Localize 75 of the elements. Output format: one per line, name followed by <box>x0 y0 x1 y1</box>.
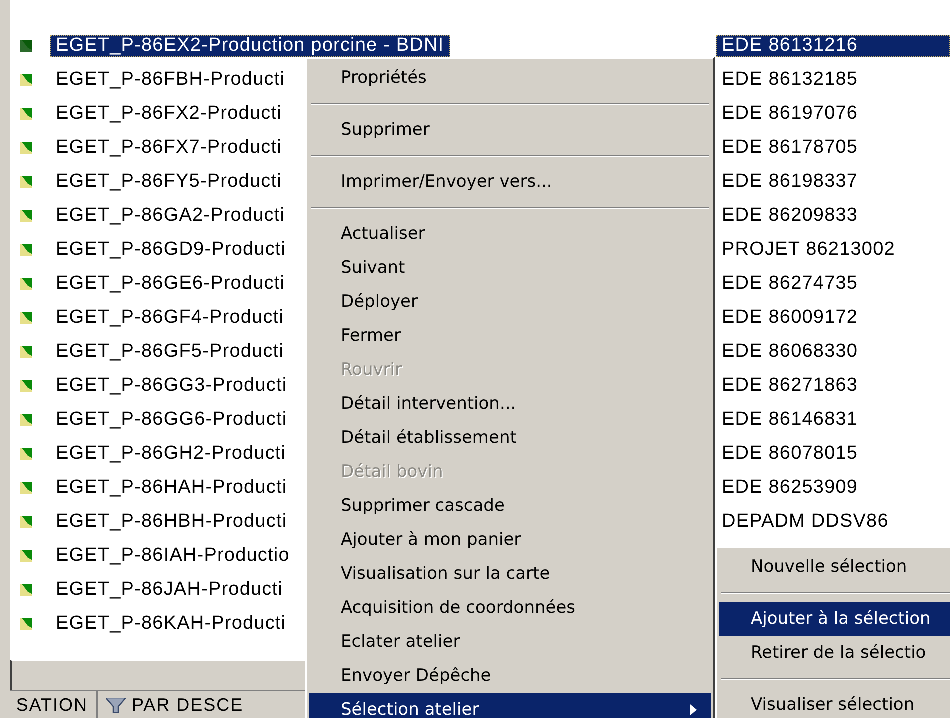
menu-item[interactable]: Propriétés <box>309 61 711 95</box>
row-name[interactable]: EGET_P-86FBH-Producti <box>50 69 292 91</box>
menu-item[interactable]: Suivant <box>309 251 711 285</box>
row-code[interactable]: EDE 86198337 <box>716 171 950 193</box>
item-icon <box>20 516 32 528</box>
status-text: PAR DESCE <box>132 694 244 716</box>
item-icon <box>20 142 32 154</box>
row-name[interactable]: EGET_P-86GD9-Producti <box>50 239 292 261</box>
item-icon <box>20 414 32 426</box>
menu-item[interactable]: Acquisition de coordonnées <box>309 591 711 625</box>
menu-item[interactable]: Visualisation sur la carte <box>309 557 711 591</box>
row-name[interactable]: EGET_P-86GA2-Producti <box>50 205 292 227</box>
row-name[interactable]: EGET_P-86KAH-Producti <box>50 613 292 635</box>
row-name[interactable]: EGET_P-86HAH-Producti <box>50 477 294 499</box>
row-name[interactable]: EGET_P-86GE6-Producti <box>50 273 292 295</box>
row-code[interactable]: DEPADM DDSV86 <box>716 511 950 533</box>
row-name[interactable]: EGET_P-86GH2-Producti <box>50 443 292 465</box>
menu-item[interactable]: Supprimer <box>309 113 711 147</box>
menu-item[interactable]: Eclater atelier <box>309 625 711 659</box>
filter-icon <box>106 698 126 712</box>
row-name[interactable]: EGET_P-86GG6-Producti <box>50 409 294 431</box>
menu-item[interactable]: Déployer <box>309 285 711 319</box>
row-code[interactable]: EDE 86078015 <box>716 443 950 465</box>
menu-item[interactable]: Actualiser <box>309 217 711 251</box>
row-name[interactable]: EGET_P-86GF5-Producti <box>50 341 290 363</box>
menu-item[interactable]: Supprimer cascade <box>309 489 711 523</box>
item-icon <box>20 550 32 562</box>
item-icon <box>20 40 32 52</box>
menu-item[interactable]: Fermer <box>309 319 711 353</box>
row-name[interactable]: EGET_P-86JAH-Producti <box>50 579 289 601</box>
row-name[interactable]: EGET_P-86GF4-Producti <box>50 307 290 329</box>
menu-item[interactable]: Détail établissement <box>309 421 711 455</box>
row-code[interactable]: EDE 86009172 <box>716 307 950 329</box>
item-icon <box>20 176 32 188</box>
submenu-arrow-icon <box>690 704 697 716</box>
row-name[interactable]: EGET_P-86EX2-Production porcine - BDNI <box>50 35 450 57</box>
item-icon <box>20 380 32 392</box>
row-code[interactable]: PROJET 86213002 <box>716 239 950 261</box>
row-name[interactable]: EGET_P-86HBH-Producti <box>50 511 294 533</box>
row-code[interactable]: EDE 86131216 <box>716 35 950 57</box>
item-icon <box>20 74 32 86</box>
item-icon <box>20 482 32 494</box>
row-name[interactable]: EGET_P-86GG3-Producti <box>50 375 294 397</box>
item-icon <box>20 244 32 256</box>
row-name[interactable]: EGET_P-86FX2-Producti <box>50 103 288 125</box>
row-code[interactable]: EDE 86271863 <box>716 375 950 397</box>
row-code[interactable]: EDE 86178705 <box>716 137 950 159</box>
item-icon <box>20 584 32 596</box>
row-name[interactable]: EGET_P-86FX7-Producti <box>50 137 288 159</box>
item-icon <box>20 618 32 630</box>
item-icon <box>20 210 32 222</box>
item-icon <box>20 346 32 358</box>
row-name[interactable]: EGET_P-86FY5-Producti <box>50 171 288 193</box>
row-code[interactable]: EDE 86209833 <box>716 205 950 227</box>
menu-item[interactable]: Ajouter à la sélection <box>719 602 950 636</box>
item-icon <box>20 312 32 324</box>
menu-item[interactable]: Détail intervention... <box>309 387 711 421</box>
menu-item[interactable]: Ajouter à mon panier <box>309 523 711 557</box>
menu-item[interactable]: Envoyer Dépêche <box>309 659 711 693</box>
menu-item[interactable]: Visualiser sélection <box>719 688 950 718</box>
row-code[interactable]: EDE 86253909 <box>716 477 950 499</box>
menu-item[interactable]: Nouvelle sélection <box>719 550 950 584</box>
row-code[interactable]: EDE 86274735 <box>716 273 950 295</box>
status-text: SATION <box>16 694 88 716</box>
item-icon <box>20 278 32 290</box>
menu-item[interactable]: Imprimer/Envoyer vers... <box>309 165 711 199</box>
row-code[interactable]: EDE 86132185 <box>716 69 950 91</box>
row-name[interactable]: EGET_P-86IAH-Productio <box>50 545 296 567</box>
row-code[interactable]: EDE 86146831 <box>716 409 950 431</box>
item-icon <box>20 108 32 120</box>
row-code[interactable]: EDE 86068330 <box>716 341 950 363</box>
menu-item[interactable]: Retirer de la sélectio <box>719 636 950 670</box>
row-code[interactable]: EDE 86197076 <box>716 103 950 125</box>
item-icon <box>20 448 32 460</box>
menu-item[interactable]: Sélection atelier <box>309 693 711 718</box>
